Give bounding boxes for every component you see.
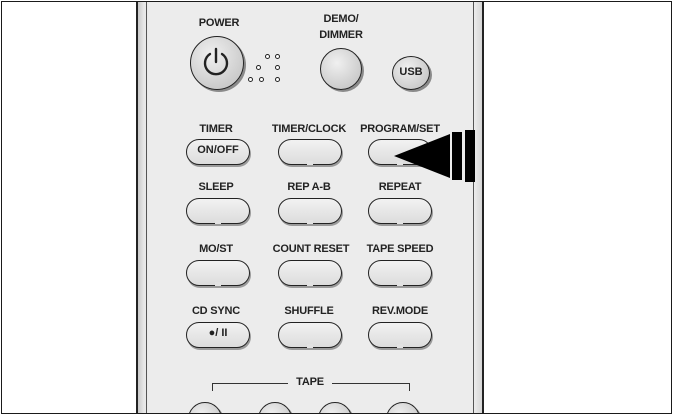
- shuffle-button[interactable]: [278, 322, 342, 348]
- usb-label: USB: [399, 66, 423, 78]
- tape-stop-button[interactable]: [258, 402, 292, 413]
- usb-button[interactable]: USB: [392, 56, 430, 90]
- timer-clock-button[interactable]: [278, 139, 342, 165]
- mo-st-button[interactable]: [186, 260, 250, 286]
- count-reset-label: COUNT RESET: [272, 243, 350, 255]
- remote-edge-right: [473, 2, 474, 413]
- tape-bracket-left: [212, 383, 288, 384]
- rev-mode-button[interactable]: [368, 322, 432, 348]
- sleep-button[interactable]: [186, 198, 250, 224]
- demo-dimmer-button[interactable]: [320, 48, 362, 90]
- sleep-label: SLEEP: [198, 181, 234, 193]
- shuffle-label: SHUFFLE: [284, 305, 334, 317]
- tape-play-button[interactable]: [318, 402, 352, 413]
- timer-label: TIMER: [199, 123, 233, 135]
- tape-label: TAPE: [296, 376, 324, 388]
- rep-ab-button[interactable]: [278, 198, 342, 224]
- demo-dimmer-label-line2: DIMMER: [319, 29, 363, 41]
- mo-st-label: MO/ST: [199, 243, 233, 255]
- record-pause-icon: ●/ II: [208, 327, 228, 339]
- timer-clock-label: TIMER/CLOCK: [271, 123, 347, 135]
- cd-sync-button[interactable]: ●/ II: [186, 322, 250, 348]
- tape-rewind-button[interactable]: [188, 402, 222, 413]
- power-icon: [203, 47, 229, 76]
- tape-forward-button[interactable]: [386, 402, 420, 413]
- figure-frame: POWER DEMO/ DIMMER USB TIMER ON/OFF TIME…: [1, 1, 672, 414]
- repeat-button[interactable]: [368, 198, 432, 224]
- rep-ab-label: REP A-B: [287, 181, 331, 193]
- tape-speed-label: TAPE SPEED: [366, 243, 434, 255]
- power-button[interactable]: [190, 36, 244, 90]
- tape-bracket-right: [332, 383, 410, 384]
- count-reset-button[interactable]: [278, 260, 342, 286]
- remote-control-body: POWER DEMO/ DIMMER USB TIMER ON/OFF TIME…: [136, 2, 484, 413]
- timer-on-off-button[interactable]: ON/OFF: [186, 139, 250, 165]
- cd-sync-label: CD SYNC: [191, 305, 241, 317]
- power-label: POWER: [198, 17, 240, 29]
- remote-edge-left: [146, 2, 147, 413]
- rev-mode-label: REV.MODE: [371, 305, 429, 317]
- tape-speed-button[interactable]: [368, 260, 432, 286]
- demo-dimmer-label-line1: DEMO/: [323, 13, 359, 25]
- indicator-arrow-icon: [394, 130, 475, 182]
- timer-on-off-label: ON/OFF: [197, 144, 239, 156]
